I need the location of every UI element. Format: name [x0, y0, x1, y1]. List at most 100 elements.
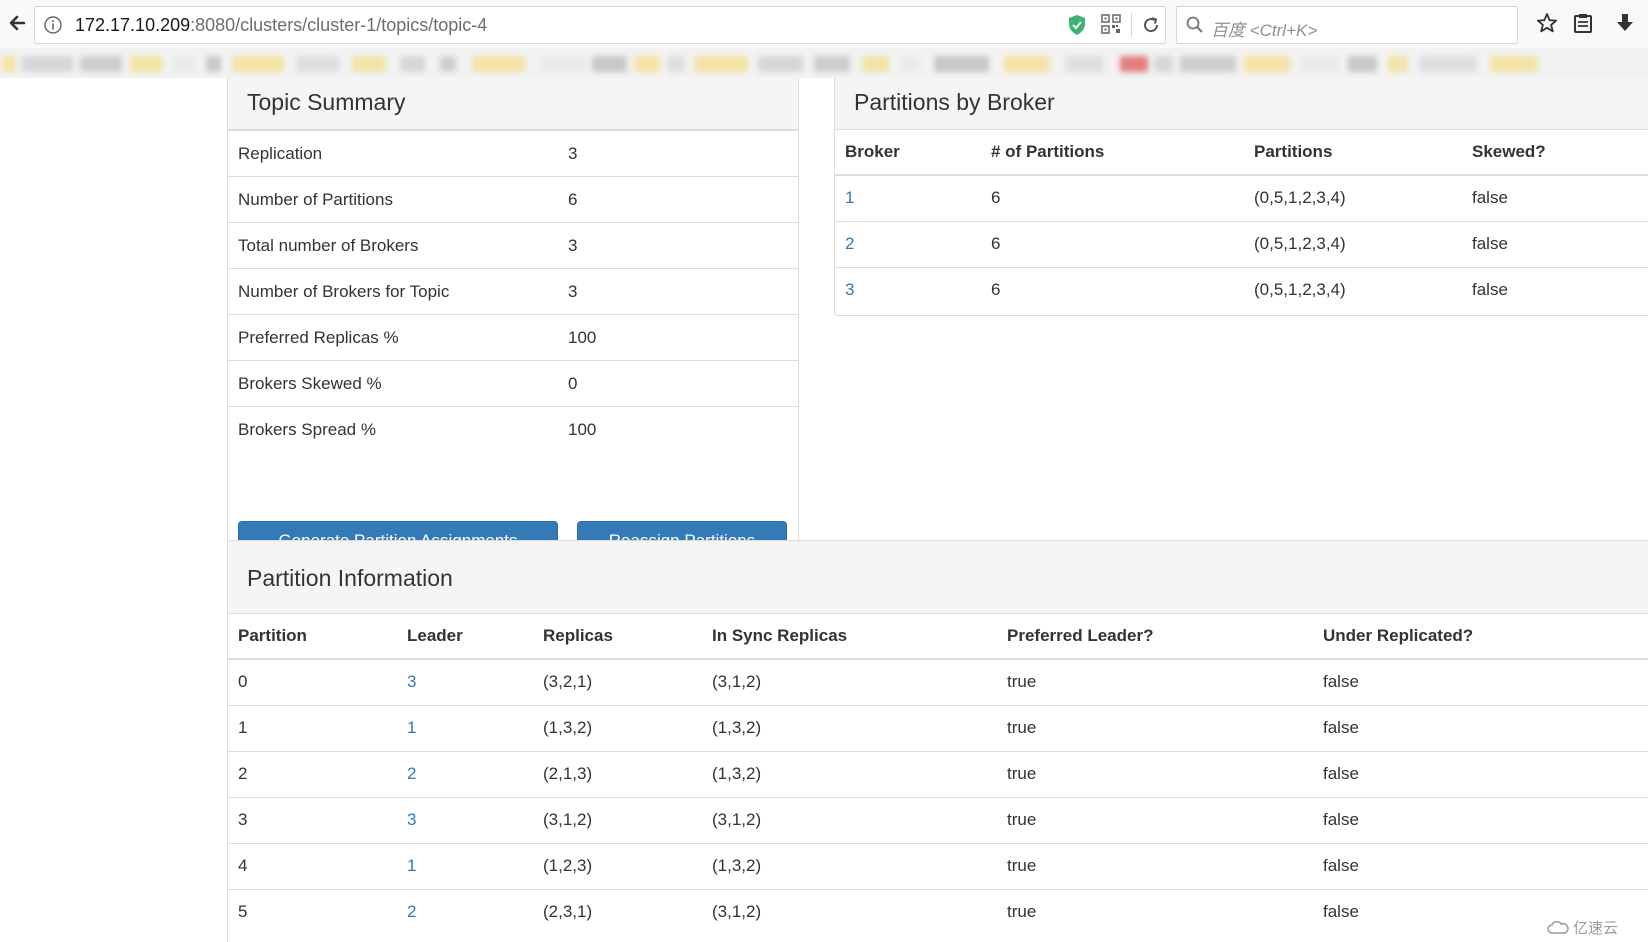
summary-row: Number of Brokers for Topic 3 — [228, 268, 798, 315]
partition-id-cell: 1 — [228, 704, 397, 751]
bookmark-item[interactable] — [1120, 56, 1148, 72]
replicas-cell: (2,1,3) — [533, 750, 702, 797]
in-sync-replicas-cell: (3,1,2) — [702, 796, 997, 843]
bookmark-item[interactable] — [1490, 56, 1538, 72]
bookmark-item[interactable] — [232, 56, 284, 72]
broker-link[interactable]: 2 — [845, 234, 854, 253]
partitions-by-broker-title: Partitions by Broker — [854, 89, 1055, 115]
bookmark-item[interactable] — [634, 56, 660, 72]
bookmark-item[interactable] — [1154, 56, 1173, 72]
bookmark-item[interactable] — [440, 56, 456, 72]
column-header: Leader — [397, 614, 533, 660]
bookmark-item[interactable] — [80, 56, 122, 72]
skewed-cell: false — [1462, 174, 1648, 221]
shield-check-icon[interactable] — [1067, 14, 1087, 36]
downloads-button[interactable] — [1610, 8, 1640, 38]
summary-label: Replication — [228, 130, 558, 177]
bookmark-item[interactable] — [1420, 56, 1477, 72]
bookmark-item[interactable] — [902, 56, 920, 72]
broker-row: 3 6 (0,5,1,2,3,4) false — [835, 266, 1648, 313]
bookmark-item[interactable] — [22, 56, 73, 72]
bookmark-item[interactable] — [400, 56, 425, 72]
replicas-cell: (3,1,2) — [533, 796, 702, 843]
qr-code-icon[interactable] — [1101, 14, 1121, 34]
bookmark-item[interactable] — [1066, 56, 1103, 72]
bookmark-item[interactable] — [206, 56, 221, 72]
bookmark-item[interactable] — [542, 56, 586, 72]
under-replicated-cell: false — [1313, 658, 1648, 705]
leader-cell: 3 — [397, 796, 533, 843]
preferred-leader-cell: true — [997, 796, 1313, 843]
partitions-cell: (0,5,1,2,3,4) — [1244, 174, 1462, 221]
topic-summary-panel: Topic Summary Replication 3 Number of Part… — [227, 78, 799, 596]
summary-label: Brokers Spread % — [228, 406, 558, 453]
page-content: Topic Summary Replication 3 Number of Part… — [0, 78, 1648, 942]
bookmark-item[interactable] — [668, 56, 685, 72]
back-button[interactable] — [2, 8, 32, 38]
bookmark-item[interactable] — [1180, 56, 1236, 72]
bookmark-item[interactable] — [296, 56, 339, 72]
partition-information-heading: Partition Information — [228, 541, 1648, 614]
bookmark-item[interactable] — [1388, 56, 1408, 72]
replicas-cell: (1,2,3) — [533, 842, 702, 889]
preferred-leader-cell: true — [997, 888, 1313, 935]
bookmark-item[interactable] — [934, 56, 989, 72]
summary-value: 3 — [558, 268, 798, 315]
info-icon[interactable] — [43, 15, 63, 35]
leader-broker-link[interactable]: 1 — [407, 718, 416, 737]
leader-broker-link[interactable]: 3 — [407, 810, 416, 829]
partition-id-cell: 2 — [228, 750, 397, 797]
bookmark-star-button[interactable] — [1532, 8, 1562, 38]
summary-label: Total number of Brokers — [228, 222, 558, 269]
bookmark-item[interactable] — [814, 56, 850, 72]
broker-link[interactable]: 3 — [845, 280, 854, 299]
leader-cell: 2 — [397, 888, 533, 935]
browser-toolbar: 172.17.10.209:8080/clusters/cluster-1/to… — [0, 0, 1648, 49]
partitions-cell: (0,5,1,2,3,4) — [1244, 220, 1462, 267]
summary-row: Brokers Spread % 100 — [228, 406, 798, 453]
topic-summary-heading: Topic Summary — [228, 78, 798, 130]
reading-list-button[interactable] — [1568, 8, 1598, 38]
column-header: Broker — [835, 130, 981, 176]
broker-cell: 2 — [835, 220, 981, 267]
leader-broker-link[interactable]: 2 — [407, 902, 416, 921]
url-bar[interactable]: 172.17.10.209:8080/clusters/cluster-1/to… — [34, 6, 1166, 44]
bookmark-item[interactable] — [1004, 56, 1050, 72]
summary-value: 100 — [558, 406, 798, 453]
partition-count-cell: 6 — [981, 266, 1244, 313]
bookmark-item[interactable] — [694, 56, 748, 72]
bookmark-item[interactable] — [758, 56, 803, 72]
back-arrow-icon — [9, 15, 26, 31]
bookmark-item[interactable] — [1300, 56, 1338, 72]
bookmark-item[interactable] — [352, 56, 386, 72]
summary-label: Number of Brokers for Topic — [228, 268, 558, 315]
replicas-cell: (2,3,1) — [533, 888, 702, 935]
leader-broker-link[interactable]: 3 — [407, 672, 416, 691]
broker-link[interactable]: 1 — [845, 188, 854, 207]
summary-row: Total number of Brokers 3 — [228, 222, 798, 269]
bookmark-item[interactable] — [130, 56, 163, 72]
broker-row: 1 6 (0,5,1,2,3,4) false — [835, 174, 1648, 221]
watermark: 亿速云 — [1547, 917, 1618, 938]
star-icon — [1536, 13, 1558, 33]
bookmark-item[interactable] — [1244, 56, 1291, 72]
bookmark-item[interactable] — [592, 56, 627, 72]
url-text[interactable]: 172.17.10.209:8080/clusters/cluster-1/to… — [75, 15, 487, 36]
bookmark-item[interactable] — [862, 56, 889, 72]
broker-cell: 1 — [835, 174, 981, 221]
leader-broker-link[interactable]: 1 — [407, 856, 416, 875]
column-header: Under Replicated? — [1313, 614, 1648, 660]
partitions-by-broker-panel: Partitions by Broker Broker # of Partiti… — [834, 78, 1648, 316]
preferred-leader-cell: true — [997, 750, 1313, 797]
bookmark-item[interactable] — [472, 56, 525, 72]
under-replicated-cell: false — [1313, 842, 1648, 889]
column-header: Skewed? — [1462, 130, 1648, 176]
bookmark-item[interactable] — [172, 56, 196, 72]
in-sync-replicas-cell: (3,1,2) — [702, 888, 997, 935]
bookmark-item[interactable] — [1348, 56, 1377, 72]
search-icon — [1186, 16, 1203, 33]
search-bar[interactable]: 百度 <Ctrl+K> — [1176, 6, 1518, 44]
reload-icon[interactable] — [1139, 13, 1163, 37]
bookmark-item[interactable] — [2, 56, 16, 72]
leader-broker-link[interactable]: 2 — [407, 764, 416, 783]
